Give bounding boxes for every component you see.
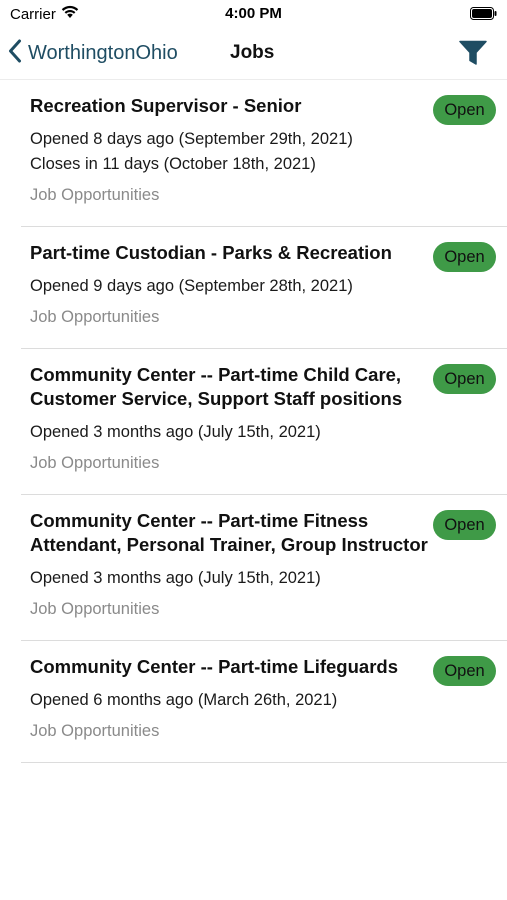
navigation-bar: WorthingtonOhio Jobs	[0, 28, 507, 80]
job-category: Job Opportunities	[30, 186, 160, 204]
status-badge: Open	[433, 364, 496, 394]
job-title: Community Center -- Part-time Child Care…	[30, 364, 403, 409]
battery-icon	[470, 7, 497, 20]
filter-icon	[459, 40, 487, 70]
job-opened-date: Opened 8 days ago (September 29th, 2021)	[30, 130, 353, 148]
job-category: Job Opportunities	[30, 308, 160, 326]
status-badge: Open	[433, 510, 496, 540]
job-title: Recreation Supervisor - Senior	[30, 95, 302, 116]
list-item[interactable]: Part-time Custodian - Parks & Recreation…	[21, 227, 507, 349]
job-title: Community Center -- Part-time Lifeguards	[30, 656, 398, 677]
job-title: Part-time Custodian - Parks & Recreation	[30, 242, 392, 263]
status-badge: Open	[433, 242, 496, 272]
job-opened-date: Opened 3 months ago (July 15th, 2021)	[30, 423, 321, 441]
job-title: Community Center -- Part-time Fitness At…	[30, 510, 428, 555]
job-opened-date: Opened 3 months ago (July 15th, 2021)	[30, 569, 321, 587]
chevron-left-icon	[8, 39, 22, 68]
filter-button[interactable]	[459, 40, 487, 68]
job-opened-date: Opened 6 months ago (March 26th, 2021)	[30, 691, 338, 709]
job-category: Job Opportunities	[30, 600, 160, 618]
job-opened-date: Opened 9 days ago (September 28th, 2021)	[30, 277, 353, 295]
back-label: WorthingtonOhio	[28, 41, 178, 64]
list-item[interactable]: Recreation Supervisor - Senior Opened 8 …	[21, 80, 507, 227]
status-badge: Open	[433, 95, 496, 125]
back-button[interactable]: WorthingtonOhio	[8, 38, 178, 68]
list-item[interactable]: Community Center -- Part-time Lifeguards…	[21, 641, 507, 763]
job-list: Recreation Supervisor - Senior Opened 8 …	[21, 80, 507, 763]
job-category: Job Opportunities	[30, 722, 160, 740]
job-close-date: Closes in 11 days (October 18th, 2021)	[30, 155, 316, 173]
job-category: Job Opportunities	[30, 454, 160, 472]
list-item[interactable]: Community Center -- Part-time Fitness At…	[21, 495, 507, 641]
list-item[interactable]: Community Center -- Part-time Child Care…	[21, 349, 507, 495]
page-title: Jobs	[230, 42, 275, 63]
clock: 4:00 PM	[225, 5, 282, 22]
status-badge: Open	[433, 656, 496, 686]
status-bar: Carrier 4:00 PM	[0, 0, 507, 28]
